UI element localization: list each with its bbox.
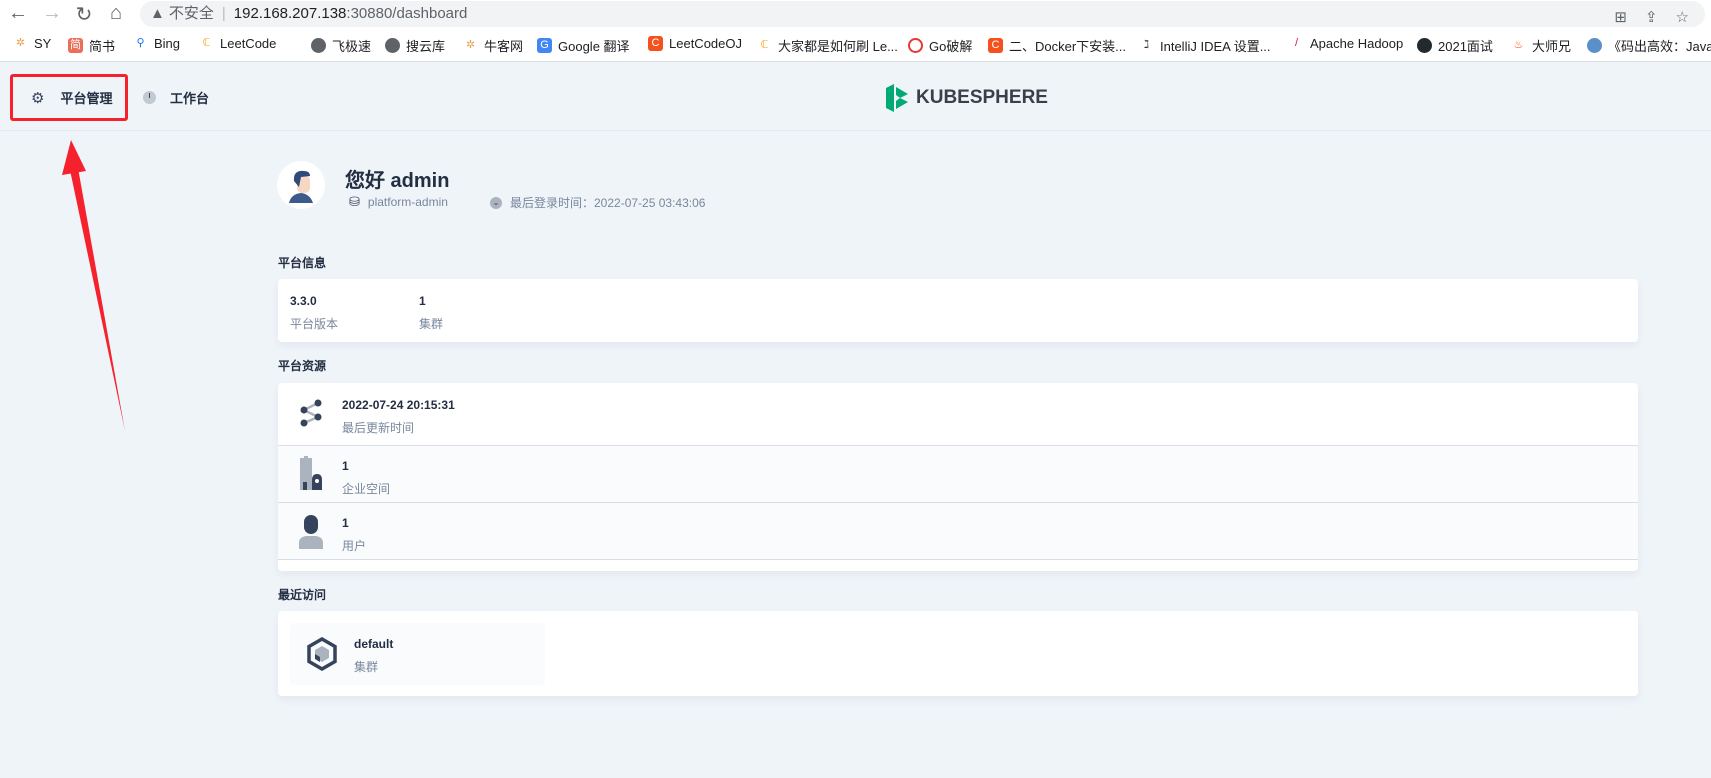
kubesphere-logo-icon — [886, 84, 908, 112]
section-title-platform-resources: 平台资源 — [278, 359, 327, 373]
bookmark[interactable]: ℂ LeetCode — [199, 36, 277, 51]
csdn-icon: C — [648, 36, 663, 51]
greeting: 您好 admin — [345, 170, 450, 192]
annotation-arrow — [62, 140, 125, 431]
bookmark[interactable]: ♨ 大师兄 — [1511, 36, 1571, 55]
resource-row-workspaces[interactable]: 1 企业空间 — [278, 446, 1638, 503]
user-role: ⛁ platform-admin — [349, 194, 448, 209]
recent-card: default 集群 — [278, 611, 1638, 696]
star-icon[interactable]: ☆ — [1676, 5, 1689, 31]
avatar — [277, 161, 325, 209]
header-divider — [0, 130, 1711, 131]
bookmark-icon: ℷ — [1143, 39, 1150, 51]
csdn-icon: C — [988, 38, 1003, 53]
section-title-platform-info: 平台信息 — [278, 256, 327, 270]
feather-icon: / — [1294, 37, 1299, 49]
platform-resources-card: 2022-07-24 20:15:31 最后更新时间 1 企业空间 1 用户 — [278, 383, 1638, 571]
clock-icon: ⌄ — [490, 196, 502, 209]
bookmark[interactable]: 2021面试 — [1417, 36, 1493, 55]
section-title-recent: 最近访问 — [278, 588, 327, 602]
bookmark[interactable]: 搜云库 — [385, 36, 445, 55]
browser-chrome: ← → ↻ ⌂ ▲ 不安全 | 192.168.207.138:30880/dashb… — [0, 0, 1711, 62]
url-host: 192.168.207.138 — [233, 5, 347, 22]
kubesphere-logo[interactable]: KUBESPHERE — [886, 84, 1048, 112]
bookmark-icon — [1587, 38, 1602, 53]
platform-info-card: 3.3.0 平台版本 1 集群 — [278, 279, 1638, 342]
cluster-icon — [307, 637, 337, 671]
resource-row-users[interactable]: 1 用户 — [278, 503, 1638, 560]
bookmark-icon — [908, 38, 923, 53]
workspace-icon — [300, 456, 322, 490]
bookmark[interactable]: G Google 翻译 — [537, 36, 630, 55]
bookmark[interactable]: / Apache Hadoop — [1289, 36, 1403, 51]
bookmark[interactable]: Go破解 — [908, 36, 972, 55]
platform-version: 3.3.0 平台版本 — [290, 294, 339, 331]
bookmark[interactable]: ℷ IntelliJ IDEA 设置... — [1139, 36, 1271, 55]
translate-icon[interactable]: ⊞ — [1614, 5, 1627, 31]
share-nodes-icon — [300, 399, 322, 427]
url-path: :30880/dashboard — [346, 5, 468, 22]
share-icon[interactable]: ⇪ — [1645, 5, 1658, 31]
bookmark-icon: ✲ — [465, 39, 476, 51]
flame-icon: ♨ — [1513, 39, 1524, 51]
address-bar[interactable]: ▲ 不安全 | 192.168.207.138:30880/dashboard ⊞ ⇪ ☆ — [140, 1, 1705, 27]
last-login: ⌄ 最后登录时间：2022-07-25 03:43:06 — [490, 194, 705, 211]
bookmark[interactable]: ℂ 大家都是如何刷 Le... — [757, 36, 898, 55]
github-icon — [1417, 38, 1432, 53]
recent-item-default[interactable]: default 集群 — [290, 623, 545, 685]
resource-row-last-update: 2022-07-24 20:15:31 最后更新时间 — [278, 383, 1638, 446]
bookmark[interactable]: C 二、Docker下安装... — [988, 36, 1126, 55]
leetcode-icon: ℂ — [760, 39, 769, 51]
cluster-count: 1 集群 — [419, 294, 444, 331]
recent-item-type: 集群 — [354, 660, 379, 674]
leetcode-icon: ℂ — [202, 37, 211, 49]
recent-item-name: default — [354, 637, 394, 651]
google-translate-icon: G — [537, 38, 552, 53]
role-icon: ⛁ — [349, 194, 360, 209]
bookmark[interactable]: 《码出高效：Java... — [1587, 36, 1711, 55]
globe-icon — [385, 38, 400, 53]
globe-icon — [311, 38, 326, 53]
user-icon — [299, 515, 323, 549]
bookmark[interactable]: ✲ 牛客网 — [463, 36, 523, 55]
bookmark[interactable]: C LeetCodeOJ — [648, 36, 742, 51]
bookmark[interactable]: 飞极速 — [311, 36, 371, 55]
